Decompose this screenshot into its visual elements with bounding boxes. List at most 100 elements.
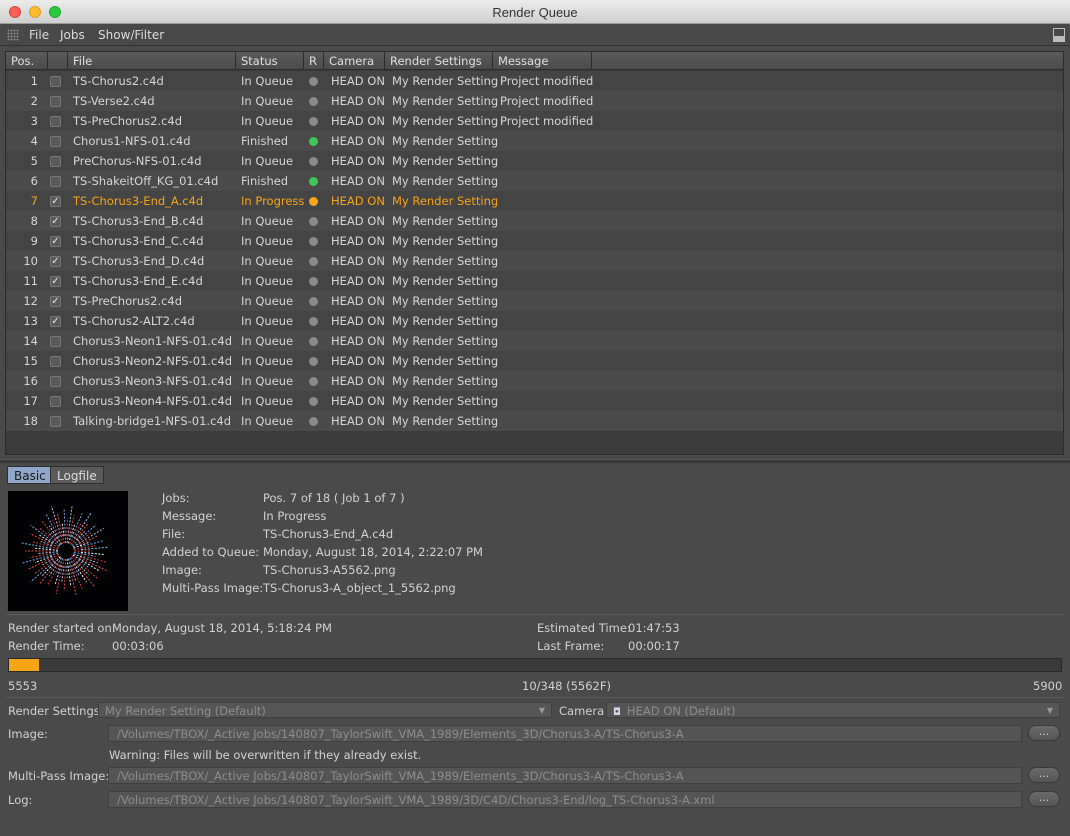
- job-enabled-checkbox[interactable]: ✓: [50, 276, 61, 287]
- job-enabled-checkbox[interactable]: [50, 156, 61, 167]
- table-row[interactable]: 12 ✓ TS-PreChorus2.c4d In Queue HEAD ON My Re…: [6, 291, 1063, 311]
- table-row[interactable]: 15 Chorus3-Neon2-NFS-01.c4d In Queue HEAD O…: [6, 351, 1063, 371]
- table-row[interactable]: 14 Chorus3-Neon1-NFS-01.c4d In Queue HEAD O…: [6, 331, 1063, 351]
- table-row[interactable]: 2 TS-Verse2.c4d In Queue HEAD ON My Render S…: [6, 91, 1063, 111]
- progress-start-frame: 5553: [8, 679, 38, 693]
- job-enabled-checkbox[interactable]: [50, 416, 61, 427]
- detail-label: File:: [162, 527, 186, 541]
- detail-value: Monday, August 18, 2014, 2:22:07 PM: [263, 545, 483, 559]
- tab-logfile[interactable]: Logfile: [50, 466, 104, 484]
- menu-jobs[interactable]: Jobs: [60, 28, 85, 42]
- job-enabled-checkbox[interactable]: [50, 176, 61, 187]
- log-browse-button[interactable]: ...: [1028, 791, 1060, 807]
- job-enabled-checkbox[interactable]: ✓: [50, 316, 61, 327]
- menu-file[interactable]: File: [29, 28, 49, 42]
- job-camera: HEAD ON: [331, 394, 385, 408]
- chevron-down-icon: ▼: [538, 706, 545, 715]
- job-enabled-checkbox[interactable]: ✓: [50, 256, 61, 267]
- table-row[interactable]: 18 Talking-bridge1-NFS-01.c4d In Queue HEAD…: [6, 411, 1063, 431]
- job-render-setting: My Render Setting: [392, 294, 499, 308]
- table-row[interactable]: 8 ✓ TS-Chorus3-End_B.c4d In Queue HEAD ON My …: [6, 211, 1063, 231]
- panel-splitter[interactable]: [0, 459, 1070, 463]
- render-settings-dropdown[interactable]: My Render Setting (Default) ▼: [98, 702, 552, 718]
- job-status: In Queue: [241, 314, 294, 328]
- menu-show-filter[interactable]: Show/Filter: [98, 28, 164, 42]
- job-camera: HEAD ON: [331, 294, 385, 308]
- job-enabled-checkbox[interactable]: ✓: [50, 216, 61, 227]
- job-status: In Queue: [241, 254, 294, 268]
- column-header-r[interactable]: R: [304, 52, 324, 70]
- image-path-field[interactable]: /Volumes/TBOX/_Active Jobs/140807_Taylor…: [108, 725, 1022, 742]
- job-enabled-checkbox[interactable]: [50, 96, 61, 107]
- job-file: TS-Chorus3-End_C.c4d: [73, 234, 204, 248]
- job-status: In Queue: [241, 394, 294, 408]
- column-header-message[interactable]: Message: [493, 52, 592, 70]
- detail-label: Multi-Pass Image:: [162, 581, 264, 595]
- job-enabled-checkbox[interactable]: [50, 356, 61, 367]
- job-enabled-checkbox[interactable]: ✓: [50, 196, 61, 207]
- multipass-browse-button[interactable]: ...: [1028, 767, 1060, 783]
- render-progress-bar: [8, 658, 1062, 672]
- job-enabled-checkbox[interactable]: [50, 116, 61, 127]
- column-header-file[interactable]: File: [68, 52, 236, 70]
- job-status: In Queue: [241, 114, 294, 128]
- table-row[interactable]: 13 ✓ TS-Chorus2-ALT2.c4d In Queue HEAD ON My …: [6, 311, 1063, 331]
- panel-layout-icon[interactable]: [1053, 28, 1065, 42]
- detail-label: Jobs:: [162, 491, 190, 505]
- job-enabled-checkbox[interactable]: [50, 376, 61, 387]
- render-started-label: Render started on:: [8, 621, 116, 635]
- multipass-path-field[interactable]: /Volumes/TBOX/_Active Jobs/140807_Taylor…: [108, 767, 1022, 784]
- table-row[interactable]: 10 ✓ TS-Chorus3-End_D.c4d In Queue HEAD ON My…: [6, 251, 1063, 271]
- job-position: 3: [30, 114, 38, 128]
- camera-dropdown[interactable]: ◘ HEAD ON (Default) ▼: [606, 702, 1060, 718]
- column-header-status[interactable]: Status: [236, 52, 304, 70]
- last-frame-label: Last Frame:: [537, 639, 605, 653]
- estimated-time-value: 01:47:53: [628, 621, 680, 635]
- grip-icon[interactable]: [7, 29, 19, 41]
- column-header-check[interactable]: [48, 52, 68, 70]
- image-browse-button[interactable]: ...: [1028, 725, 1060, 741]
- job-render-setting: My Render Setting: [392, 94, 499, 108]
- job-render-setting: My Render Setting: [392, 154, 499, 168]
- job-enabled-checkbox[interactable]: [50, 76, 61, 87]
- detail-label: Image:: [162, 563, 202, 577]
- render-settings-label: Render Settings: [8, 704, 100, 718]
- job-camera: HEAD ON: [331, 314, 385, 328]
- job-position: 1: [30, 74, 38, 88]
- job-file: TS-Verse2.c4d: [73, 94, 155, 108]
- table-row[interactable]: 1 TS-Chorus2.c4d In Queue HEAD ON My Render …: [6, 71, 1063, 91]
- column-header-render-settings[interactable]: Render Settings: [385, 52, 493, 70]
- job-position: 17: [23, 394, 38, 408]
- job-status: In Queue: [241, 354, 294, 368]
- status-dot-icon: [309, 397, 318, 406]
- job-camera: HEAD ON: [331, 334, 385, 348]
- job-enabled-checkbox[interactable]: ✓: [50, 236, 61, 247]
- job-enabled-checkbox[interactable]: ✓: [50, 296, 61, 307]
- status-dot-icon: [309, 317, 318, 326]
- job-file: TS-PreChorus2.c4d: [73, 294, 183, 308]
- table-row[interactable]: 3 TS-PreChorus2.c4d In Queue HEAD ON My Rend…: [6, 111, 1063, 131]
- column-header-pos[interactable]: Pos.: [6, 52, 48, 70]
- table-row[interactable]: 11 ✓ TS-Chorus3-End_E.c4d In Queue HEAD ON My…: [6, 271, 1063, 291]
- table-row[interactable]: 16 Chorus3-Neon3-NFS-01.c4d In Queue HEAD O…: [6, 371, 1063, 391]
- column-header-camera[interactable]: Camera: [324, 52, 385, 70]
- table-row[interactable]: 9 ✓ TS-Chorus3-End_C.c4d In Queue HEAD ON My …: [6, 231, 1063, 251]
- status-dot-icon: [309, 97, 318, 106]
- progress-end-frame: 5900: [1033, 679, 1063, 693]
- table-row[interactable]: 17 Chorus3-Neon4-NFS-01.c4d In Queue HEAD O…: [6, 391, 1063, 411]
- job-enabled-checkbox[interactable]: [50, 396, 61, 407]
- job-render-setting: My Render Setting: [392, 114, 499, 128]
- tab-basic[interactable]: Basic: [7, 466, 53, 484]
- job-status: In Queue: [241, 214, 294, 228]
- table-row[interactable]: 4 Chorus1-NFS-01.c4d Finished HEAD ON My Ren…: [6, 131, 1063, 151]
- table-row[interactable]: 7 ✓ TS-Chorus3-End_A.c4d In Progress HEAD ON…: [6, 191, 1063, 211]
- job-file: Chorus3-Neon3-NFS-01.c4d: [73, 374, 232, 388]
- table-row[interactable]: 5 PreChorus-NFS-01.c4d In Queue HEAD ON My R…: [6, 151, 1063, 171]
- job-enabled-checkbox[interactable]: [50, 136, 61, 147]
- log-path-field[interactable]: /Volumes/TBOX/_Active Jobs/140807_Taylor…: [108, 791, 1022, 808]
- log-label: Log:: [8, 793, 33, 807]
- table-row[interactable]: 6 TS-ShakeitOff_KG_01.c4d Finished HEAD ON M…: [6, 171, 1063, 191]
- status-dot-icon: [309, 137, 318, 146]
- job-enabled-checkbox[interactable]: [50, 336, 61, 347]
- job-position: 4: [30, 134, 38, 148]
